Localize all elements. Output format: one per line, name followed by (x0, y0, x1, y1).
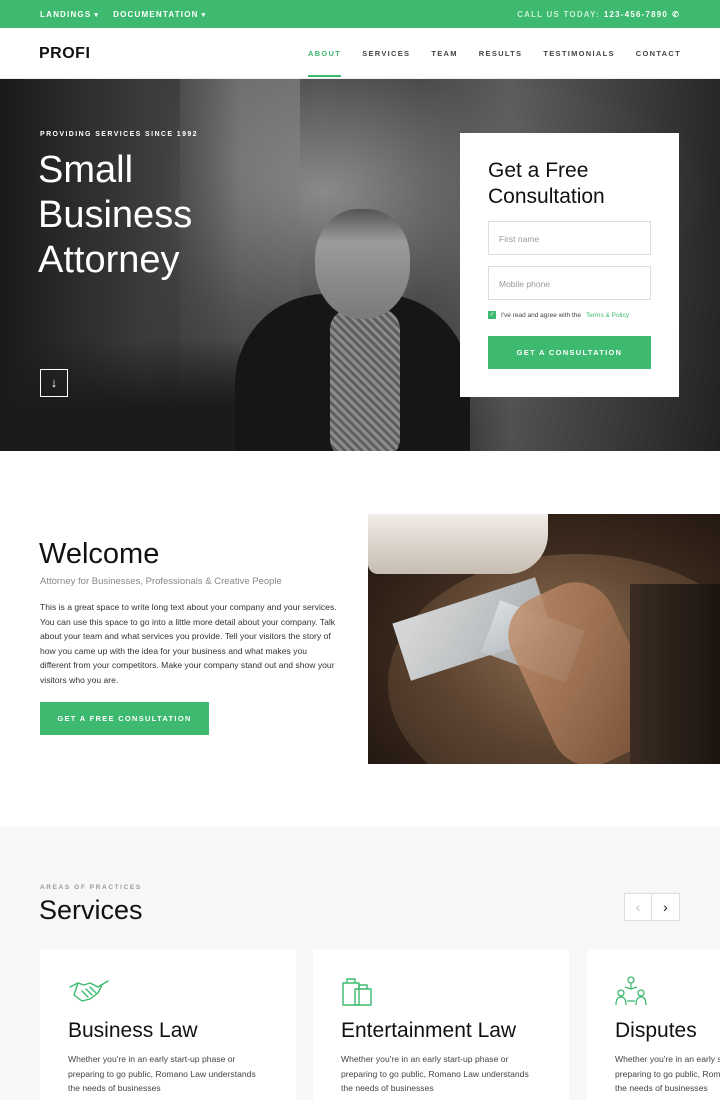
top-bar: LANDINGS ▾ DOCUMENTATION ▾ CALL US TODAY: … (0, 0, 720, 28)
service-title: Business Law (68, 1019, 198, 1042)
meeting-photo (368, 514, 720, 764)
phone-number: 123-456-7890 (603, 10, 669, 19)
nav-team[interactable]: TEAM (431, 49, 457, 58)
site-header: PROFI ABOUT SERVICES TEAM RESULTS TESTIM… (0, 28, 720, 79)
hero-title: Small Business Attorney (38, 149, 193, 281)
service-text: Whether you're in an early start-up phas… (68, 1054, 256, 1094)
service-card-business-law[interactable]: Business Law Whether you're in an early … (40, 949, 296, 1100)
free-consultation-button[interactable]: GET A FREE CONSULTATION (40, 702, 209, 735)
nav-services[interactable]: SERVICES (362, 49, 410, 58)
prev-button[interactable]: ‹ (624, 893, 652, 921)
call-us[interactable]: CALL US TODAY: 123-456-7890 ✆ (517, 10, 680, 19)
next-button[interactable]: › (652, 893, 680, 921)
terms-link[interactable]: Terms & Policy (586, 312, 629, 319)
people-dispute-icon (615, 976, 647, 1006)
documentation-menu[interactable]: DOCUMENTATION ▾ (113, 10, 206, 19)
nav-contact[interactable]: CONTACT (636, 49, 681, 58)
welcome-title: Welcome (39, 538, 160, 570)
scroll-down-button[interactable]: ↓ (40, 369, 68, 397)
call-label: CALL US TODAY: (517, 10, 600, 19)
logo[interactable]: PROFI (39, 45, 90, 63)
main-nav: ABOUT SERVICES TEAM RESULTS TESTIMONIALS… (307, 49, 681, 77)
agree-row: ✓ I've read and agree with the Terms & P… (488, 311, 629, 319)
chevron-down-icon: ▾ (94, 12, 100, 19)
landings-label: LANDINGS (40, 10, 92, 19)
service-card-entertainment-law[interactable]: Entertainment Law Whether you're in an e… (313, 949, 569, 1100)
nav-testimonials[interactable]: TESTIMONIALS (543, 49, 614, 58)
welcome-subtitle: Attorney for Businesses, Professionals &… (40, 576, 282, 587)
nav-results[interactable]: RESULTS (479, 49, 523, 58)
service-text: Whether you're in an early start-up phas… (615, 1054, 720, 1094)
welcome-body: This is a great space to write long text… (40, 602, 337, 685)
landings-menu[interactable]: LANDINGS ▾ (40, 10, 99, 19)
nav-about[interactable]: ABOUT (307, 49, 342, 77)
shopping-bags-icon (342, 978, 372, 1006)
hero-kicker: PROVIDING SERVICES SINCE 1992 (40, 131, 198, 138)
agree-text: I've read and agree with the (501, 311, 582, 319)
service-card-disputes[interactable]: Disputes Whether you're in an early star… (587, 949, 720, 1100)
service-text: Whether you're in an early start-up phas… (341, 1054, 529, 1094)
first-name-field[interactable]: First name (488, 221, 651, 255)
phone-icon: ✆ (672, 10, 680, 19)
handshake-icon (69, 980, 109, 1002)
documentation-label: DOCUMENTATION (113, 10, 199, 19)
chevron-right-icon: › (663, 899, 668, 915)
form-title: Get a Free Consultation (488, 159, 605, 208)
chevron-down-icon: ▾ (201, 12, 207, 19)
service-title: Entertainment Law (341, 1019, 517, 1042)
services-title: Services (39, 895, 143, 925)
get-consultation-button[interactable]: GET A CONSULTATION (488, 336, 651, 369)
arrow-down-icon: ↓ (50, 375, 58, 390)
chevron-left-icon: ‹ (635, 899, 641, 915)
mobile-phone-field[interactable]: Mobile phone (488, 266, 651, 300)
services-kicker: AREAS OF PRACTICES (40, 884, 142, 891)
service-title: Disputes (615, 1019, 697, 1042)
consultation-form: Get a Free Consultation First name Mobil… (460, 133, 679, 397)
agree-checkbox[interactable]: ✓ (488, 311, 496, 319)
services-carousel-nav: ‹ › (624, 893, 680, 921)
